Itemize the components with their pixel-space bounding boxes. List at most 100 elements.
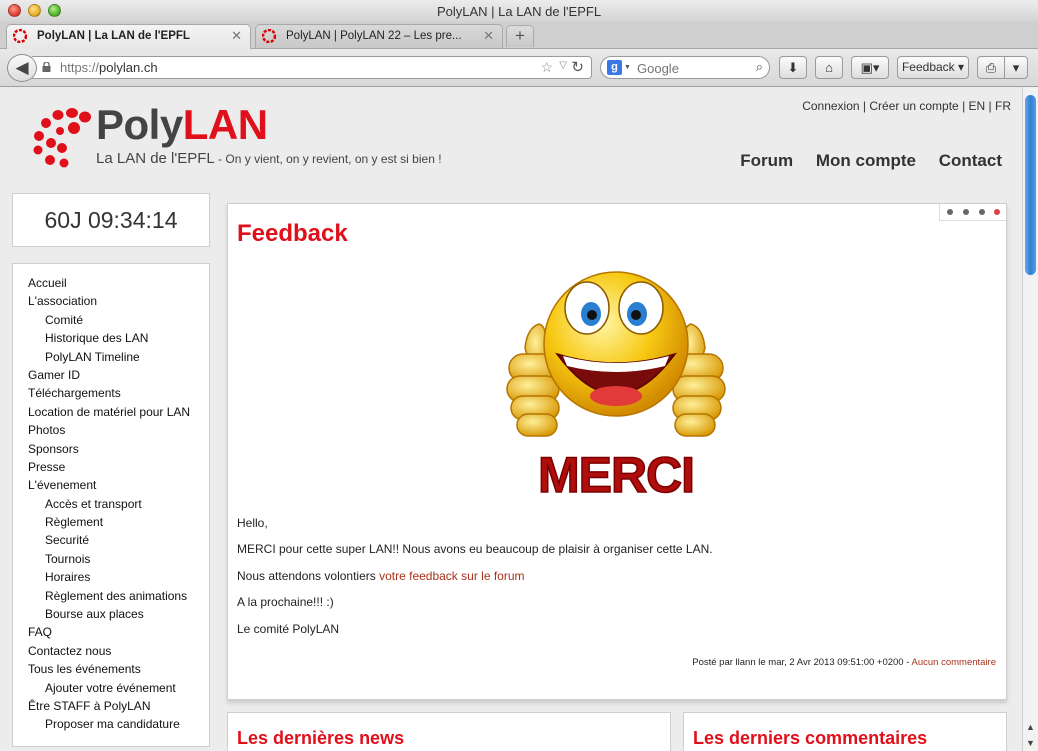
sidebar-item[interactable]: Comité — [13, 311, 209, 329]
sidebar-item[interactable]: Accueil — [13, 274, 209, 292]
sidebar-item[interactable]: Être STAFF à PolyLAN — [13, 697, 209, 715]
latest-comments-box: Les derniers commentaires — [683, 712, 1007, 751]
forum-feedback-link[interactable]: votre feedback sur le forum — [379, 569, 524, 583]
scrollbar-thumb[interactable] — [1025, 95, 1036, 275]
line2-text: Nous attendons volontiers — [237, 569, 380, 583]
new-tab-button[interactable]: + — [506, 25, 534, 47]
lock-icon — [42, 62, 51, 72]
print-menu-button[interactable]: ▾ — [1004, 56, 1028, 79]
home-button[interactable]: ⌂ — [815, 56, 843, 79]
sidebar-item[interactable]: Location de matériel pour LAN — [13, 403, 209, 421]
sidebar-item[interactable]: Gamer ID — [13, 366, 209, 384]
sidebar-item[interactable]: Règlement des animations — [13, 587, 209, 605]
search-box[interactable]: g ▼ ⌕ — [600, 56, 770, 79]
sidebar-item[interactable]: PolyLAN Timeline — [13, 348, 209, 366]
polylan-favicon-icon — [262, 29, 276, 43]
article-meta: Posté par llann le mar, 2 Avr 2013 09:51… — [692, 657, 996, 668]
history-dropdown-icon[interactable]: ▽ — [559, 60, 567, 71]
merci-text: MERCI — [538, 447, 694, 498]
site-brand[interactable]: PolyLAN — [96, 101, 268, 149]
sidebar-item[interactable]: FAQ — [13, 623, 209, 641]
chevron-down-icon: ▾ — [1012, 60, 1020, 75]
lang-fr-link[interactable]: FR — [995, 99, 1011, 113]
search-input[interactable] — [635, 60, 749, 77]
control-dot[interactable] — [979, 209, 985, 215]
page-content: PolyLAN La LAN de l'EPFL - On y vient, o… — [0, 87, 1022, 751]
sidebar-item[interactable]: L'évenement — [13, 476, 209, 494]
comments-link[interactable]: Aucun commentaire — [912, 657, 996, 668]
sidebar-item[interactable]: Contactez nous — [13, 642, 209, 660]
puzzle-icon: ▣▾ — [860, 60, 880, 75]
tab-label: PolyLAN | PolyLAN 22 – Les pre... — [286, 30, 462, 42]
article-signature: Le comité PolyLAN — [237, 622, 340, 636]
control-dot[interactable] — [963, 209, 969, 215]
posted-by: Posté par llann le mar, 2 Avr 2013 09:51… — [692, 657, 912, 668]
window-title: PolyLAN | La LAN de l'EPFL — [436, 4, 602, 19]
account-links: Connexion | Créer un compte | EN | FR — [802, 99, 1011, 113]
scroll-arrows[interactable]: ▲ ▼ — [1023, 719, 1038, 751]
tab-close-icon[interactable]: ✕ — [231, 28, 242, 44]
print-button[interactable]: ⎙ — [977, 56, 1005, 79]
nav-forum[interactable]: Forum — [740, 151, 793, 170]
url-scheme: https:// — [60, 60, 100, 75]
tab-label: PolyLAN | La LAN de l'EPFL — [37, 30, 190, 42]
article-line1: MERCI pour cette super LAN!! Nous avons … — [237, 542, 713, 556]
sidebar-item[interactable]: Securité — [13, 531, 209, 549]
scroll-down-icon[interactable]: ▼ — [1023, 735, 1038, 751]
bookmark-star-icon[interactable]: ☆ — [540, 59, 553, 76]
article-line3: A la prochaine!!! :) — [237, 595, 334, 609]
sidebar-item[interactable]: Bourse aux places — [13, 605, 209, 623]
url-bar[interactable]: https://polylan.ch ☆ ▽ ↻ — [32, 56, 592, 79]
sidebar-item[interactable]: Sponsors — [13, 440, 209, 458]
sidebar-item[interactable]: Historique des LAN — [13, 329, 209, 347]
nav-mon-compte[interactable]: Mon compte — [816, 151, 916, 170]
sidebar-item[interactable]: Tournois — [13, 550, 209, 568]
back-button[interactable]: ◀ — [7, 54, 37, 82]
navigation-toolbar: https://polylan.ch ☆ ▽ ↻ ◀ g ▼ ⌕ ⬇ ⌂ ▣▾ … — [0, 49, 1038, 87]
article-greeting: Hello, — [237, 516, 268, 530]
downloads-button[interactable]: ⬇ — [779, 56, 807, 79]
printer-icon: ⎙ — [985, 60, 997, 75]
tagline-main: La LAN de l'EPFL — [96, 150, 215, 167]
brand-poly: Poly — [96, 101, 183, 148]
site-tagline: La LAN de l'EPFL - On y vient, on y revi… — [96, 150, 442, 167]
lang-en-link[interactable]: EN — [969, 99, 986, 113]
main-nav: Forum Mon compte Contact — [722, 151, 1002, 171]
latest-news-box: Les dernières news — [227, 712, 671, 751]
url-text: https://polylan.ch — [60, 60, 158, 75]
sidebar-item[interactable]: Proposer ma candidature — [13, 715, 209, 733]
feedback-article: Feedback MERCI Hello, MERCI pour cette s… — [227, 203, 1007, 700]
addon-button[interactable]: ▣▾ — [851, 56, 889, 79]
tab-polylan-22[interactable]: PolyLAN | PolyLAN 22 – Les pre... ✕ — [255, 24, 503, 48]
scroll-up-icon[interactable]: ▲ — [1023, 719, 1038, 735]
event-countdown: 60J 09:34:14 — [12, 193, 210, 247]
sidebar-item[interactable]: Tous les événements — [13, 660, 209, 678]
reload-icon[interactable]: ↻ — [571, 58, 584, 76]
register-link[interactable]: Créer un compte — [869, 99, 958, 113]
login-link[interactable]: Connexion — [802, 99, 859, 113]
tab-polylan-home[interactable]: PolyLAN | La LAN de l'EPFL ✕ — [6, 24, 251, 49]
vertical-scrollbar[interactable]: ▲ ▼ — [1022, 87, 1038, 751]
feedback-button[interactable]: Feedback ▾ — [897, 56, 969, 79]
brand-lan: LAN — [182, 101, 268, 148]
polylan-logo-icon[interactable] — [32, 105, 96, 169]
control-dot[interactable] — [947, 209, 953, 215]
window-titlebar: PolyLAN | La LAN de l'EPFL — [0, 0, 1038, 23]
tab-close-icon[interactable]: ✕ — [483, 28, 494, 44]
latest-news-title: Les dernières news — [237, 728, 405, 748]
sidebar-item[interactable]: Photos — [13, 421, 209, 439]
google-engine-icon[interactable]: g — [607, 60, 622, 75]
sidebar-item[interactable]: Presse — [13, 458, 209, 476]
sidebar-item[interactable]: Accès et transport — [13, 495, 209, 513]
nav-contact[interactable]: Contact — [939, 151, 1002, 170]
sidebar-item[interactable]: Horaires — [13, 568, 209, 586]
sidebar-item[interactable]: L'association — [13, 292, 209, 310]
sidebar-item[interactable]: Ajouter votre événement — [13, 679, 209, 697]
search-magnifier-icon[interactable]: ⌕ — [756, 59, 763, 75]
url-host: polylan.ch — [99, 60, 158, 75]
close-dot[interactable] — [994, 209, 1000, 215]
engine-dropdown-icon[interactable]: ▼ — [624, 64, 631, 71]
sidebar-item[interactable]: Règlement — [13, 513, 209, 531]
sidebar-item[interactable]: Téléchargements — [13, 384, 209, 402]
feedback-label: Feedback — [901, 60, 955, 74]
